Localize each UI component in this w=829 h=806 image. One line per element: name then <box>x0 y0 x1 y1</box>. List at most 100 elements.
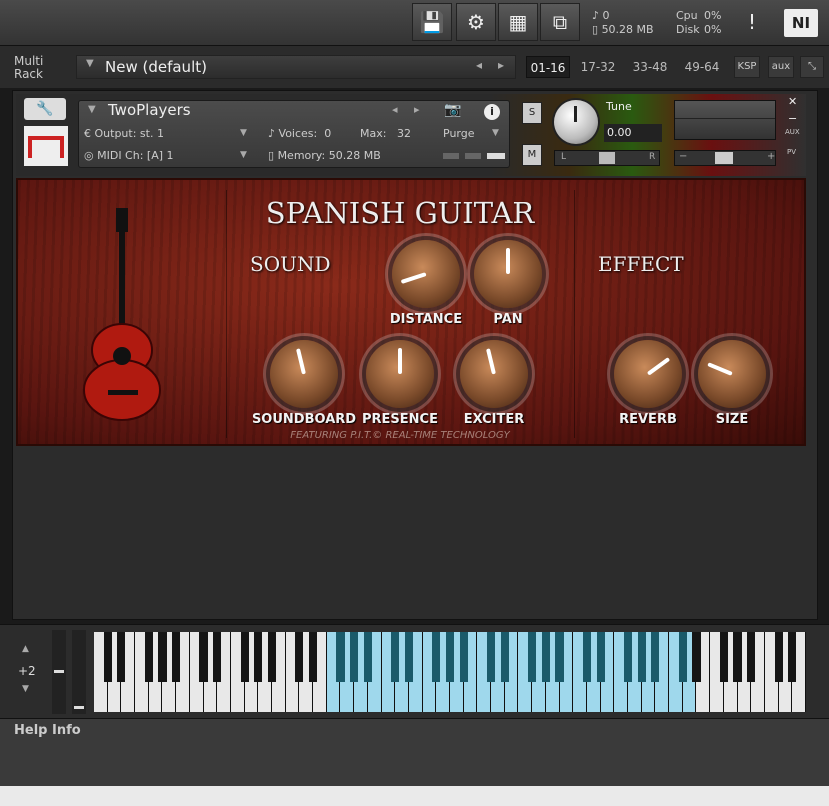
black-key[interactable] <box>363 632 372 682</box>
black-key[interactable] <box>117 632 126 682</box>
pan-knob[interactable] <box>474 240 542 308</box>
distance-knob[interactable] <box>392 240 460 308</box>
instrument-name[interactable]: TwoPlayers <box>108 101 191 119</box>
aux-button[interactable]: aux <box>768 56 794 78</box>
black-key[interactable] <box>445 632 455 682</box>
black-key[interactable] <box>103 632 112 682</box>
voice-count: ♪ 0 <box>592 9 610 22</box>
size-knob[interactable] <box>698 340 766 408</box>
gear-icon[interactable]: ⚙ <box>456 3 496 41</box>
tune-knob[interactable] <box>554 100 598 144</box>
pan-slider[interactable]: L R <box>554 150 660 166</box>
range-tab-3[interactable]: 33-48 <box>626 56 674 78</box>
minimize-icon[interactable]: − <box>788 112 797 125</box>
black-key[interactable] <box>500 632 509 682</box>
black-key[interactable] <box>144 632 153 682</box>
octave-down-icon[interactable]: ▼ <box>22 684 29 694</box>
black-key[interactable] <box>582 632 592 682</box>
pitch-wheel[interactable] <box>52 630 66 714</box>
black-key[interactable] <box>733 632 742 682</box>
black-key[interactable] <box>486 632 496 682</box>
reverb-knob[interactable] <box>614 340 682 408</box>
black-key[interactable] <box>596 632 605 682</box>
mute-button[interactable]: M <box>522 144 542 166</box>
black-key[interactable] <box>774 632 783 682</box>
output-dropdown-icon[interactable]: ▼ <box>240 128 247 138</box>
purge-menu[interactable]: Purge <box>443 127 475 141</box>
output-field[interactable]: € Output: st. 1 <box>84 127 164 141</box>
pv-toggle[interactable]: PV <box>787 148 796 156</box>
black-key[interactable] <box>692 632 701 682</box>
black-key[interactable] <box>240 632 249 682</box>
volume-handle[interactable] <box>715 152 733 164</box>
black-key[interactable] <box>350 632 359 682</box>
black-key[interactable] <box>459 632 468 682</box>
range-tab-1[interactable]: 01-16 <box>526 56 570 78</box>
instrument-icon <box>24 126 68 166</box>
black-key[interactable] <box>308 632 318 682</box>
piano-keyboard[interactable] <box>94 632 806 712</box>
solo-button[interactable]: S <box>522 102 542 124</box>
black-key[interactable] <box>678 632 687 682</box>
close-icon[interactable]: ✕ <box>788 95 797 108</box>
purge-meter-3 <box>487 153 505 159</box>
help-info-label: Help Info <box>14 723 81 738</box>
black-key[interactable] <box>528 632 537 682</box>
presence-knob[interactable] <box>366 340 434 408</box>
black-key[interactable] <box>295 632 304 682</box>
black-key[interactable] <box>432 632 441 682</box>
black-key[interactable] <box>788 632 797 682</box>
view-layout-icon[interactable]: ▦ <box>498 3 538 41</box>
black-key[interactable] <box>637 632 646 682</box>
volume-slider[interactable]: − + <box>674 150 776 166</box>
octave-up-icon[interactable]: ▲ <box>22 644 29 654</box>
dropdown-arrow-icon: ▼ <box>86 58 94 69</box>
preset-selector[interactable]: New (default) <box>76 55 516 79</box>
black-key[interactable] <box>199 632 208 682</box>
prev-arrow-icon[interactable]: ◂ <box>476 58 482 72</box>
tune-value[interactable]: 0.00 <box>604 124 662 142</box>
info-icon[interactable]: i <box>484 104 500 120</box>
camera-icon[interactable]: 📷 <box>444 102 461 118</box>
minimize-view-icon[interactable]: ⧉ <box>540 3 580 41</box>
ni-logo[interactable]: NI <box>784 9 818 37</box>
next-arrow-icon[interactable]: ▸ <box>498 58 504 72</box>
black-key[interactable] <box>555 632 564 682</box>
mod-wheel[interactable] <box>72 630 86 714</box>
midi-dropdown-icon[interactable]: ▼ <box>240 150 247 160</box>
black-key[interactable] <box>719 632 728 682</box>
collapse-icon[interactable]: ⤡ <box>800 56 824 78</box>
midi-channel-field[interactable]: ◎ MIDI Ch: [A] 1 <box>84 149 174 163</box>
black-key[interactable] <box>623 632 633 682</box>
range-tab-4[interactable]: 49-64 <box>678 56 726 78</box>
purge-dropdown-icon[interactable]: ▼ <box>492 128 499 138</box>
save-icon[interactable]: 💾 <box>412 3 452 41</box>
black-key[interactable] <box>404 632 414 682</box>
soundboard-knob[interactable] <box>270 340 338 408</box>
pan-handle[interactable] <box>599 152 615 164</box>
aux-toggle[interactable]: AUX <box>785 128 800 136</box>
black-key[interactable] <box>541 632 550 682</box>
instrument-next-icon[interactable]: ▸ <box>414 103 420 116</box>
black-key[interactable] <box>158 632 167 682</box>
black-key[interactable] <box>651 632 660 682</box>
black-key[interactable] <box>213 632 222 682</box>
black-key[interactable] <box>254 632 263 682</box>
exciter-knob[interactable] <box>460 340 528 408</box>
instrument-prev-icon[interactable]: ◂ <box>392 103 398 116</box>
level-meter <box>674 100 776 140</box>
range-tab-2[interactable]: 17-32 <box>574 56 622 78</box>
black-key[interactable] <box>391 632 400 682</box>
wrench-icon[interactable]: 🔧 <box>24 98 66 120</box>
black-key[interactable] <box>336 632 345 682</box>
black-key[interactable] <box>747 632 756 682</box>
max-voices-field[interactable]: Max: 32 <box>360 127 411 141</box>
instrument-menu-arrow-icon[interactable]: ▼ <box>88 104 96 115</box>
black-key[interactable] <box>267 632 277 682</box>
ksp-button[interactable]: KSP <box>734 56 760 78</box>
divider <box>574 190 575 438</box>
black-key[interactable] <box>172 632 181 682</box>
purge-meter-1 <box>443 153 459 159</box>
warning-icon[interactable]: ! <box>748 10 756 34</box>
memory-readout: ▯ 50.28 MB <box>592 23 654 36</box>
